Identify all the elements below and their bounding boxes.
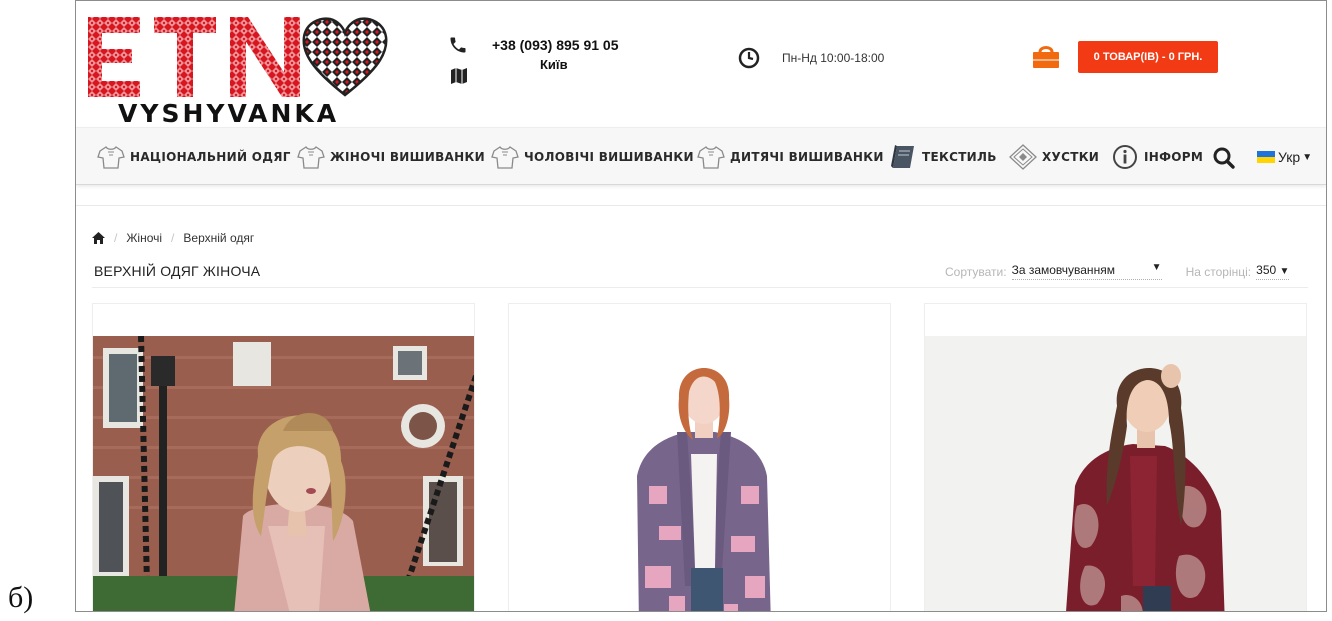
breadcrumb-separator: /	[171, 231, 175, 245]
per-page-value: 350	[1256, 263, 1277, 277]
clock-icon	[738, 47, 760, 69]
cart-button[interactable]: 0 ТОВАР(ІВ) - 0 ГРН.	[1078, 41, 1218, 73]
breadcrumb-separator: /	[114, 231, 118, 245]
main-navigation: НАЦІОНАЛЬНИЙ ОДЯГ ЖІНОЧІ ВИШИВАНКИ ЧОЛОВ…	[76, 127, 1326, 185]
scarf-icon	[1009, 144, 1037, 170]
phone-number[interactable]: +38 (093) 895 91 05	[492, 37, 619, 53]
divider	[76, 205, 1326, 206]
sort-label: Сортувати:	[945, 264, 1007, 279]
city-label: Київ	[540, 57, 568, 72]
product-image[interactable]	[93, 336, 474, 611]
language-label: Укр	[1278, 149, 1301, 165]
hours-text: Пн-Нд 10:00-18:00	[782, 51, 885, 65]
nav-item-info[interactable]: ІНФОРМ	[1110, 128, 1222, 186]
nav-item-textile[interactable]: ТЕКСТИЛЬ	[888, 128, 997, 186]
nav-item-mens-vyshyvanky[interactable]: ЧОЛОВІЧІ ВИШИВАНКИ	[490, 128, 694, 186]
nav-label: ДИТЯЧІ ВИШИВАНКИ	[730, 150, 884, 164]
phone-icon	[450, 37, 466, 53]
shirt-icon	[97, 146, 125, 169]
shirt-icon	[297, 146, 325, 169]
sort-controls: Сортувати: За замовчуванням ▼ На сторінц…	[945, 262, 1290, 280]
chevron-down-icon: ▼	[1151, 262, 1162, 273]
breadcrumb-link[interactable]: Жіночі	[126, 231, 162, 245]
sort-value: За замовчуванням	[1011, 263, 1115, 277]
figure-label: б)	[8, 581, 34, 614]
woman-lilac-cardigan-photo	[509, 336, 890, 611]
site-logo[interactable]: VYSHYVANKA	[88, 11, 388, 128]
nav-item-scarves[interactable]: ХУСТКИ	[1008, 128, 1099, 186]
shirt-icon	[697, 146, 725, 169]
chevron-down-icon: ▼	[1279, 266, 1290, 277]
page-title: ВЕРХНІЙ ОДЯГ ЖІНОЧА	[94, 263, 261, 279]
embroidery-heart-icon	[302, 17, 388, 97]
nav-item-national-clothing[interactable]: НАЦІОНАЛЬНИЙ ОДЯГ	[96, 128, 291, 186]
book-icon	[891, 145, 914, 168]
breadcrumb: / Жіночі / Верхній одяг	[92, 231, 254, 245]
shirt-icon	[491, 146, 519, 169]
product-card[interactable]	[92, 303, 475, 611]
product-image[interactable]	[509, 336, 890, 611]
home-icon[interactable]	[92, 232, 105, 244]
woman-burgundy-cardigan-photo	[925, 336, 1306, 611]
logo-etn-mark	[88, 17, 300, 97]
browser-screenshot: VYSHYVANKA +38 (093) 895 91 05 Київ Пн-Н…	[75, 0, 1327, 612]
nav-label: ЧОЛОВІЧІ ВИШИВАНКИ	[524, 150, 694, 164]
chevron-down-icon: ▼	[1302, 151, 1313, 163]
ukraine-flag-icon	[1257, 151, 1275, 163]
nav-label: ХУСТКИ	[1042, 150, 1100, 164]
product-card[interactable]	[924, 303, 1307, 611]
woman-pink-coat-photo	[93, 336, 474, 611]
nav-label: ЖІНОЧІ ВИШИВАНКИ	[330, 150, 485, 164]
language-selector[interactable]: Укр ▼	[1257, 149, 1312, 165]
nav-item-womens-vyshyvanky[interactable]: ЖІНОЧІ ВИШИВАНКИ	[296, 128, 485, 186]
nav-label: НАЦІОНАЛЬНИЙ ОДЯГ	[130, 150, 291, 164]
product-image[interactable]	[925, 336, 1306, 611]
nav-label: ІНФОРМ	[1144, 150, 1204, 164]
search-icon[interactable]	[1212, 146, 1236, 170]
product-card[interactable]	[508, 303, 891, 611]
shopping-bag-icon[interactable]	[1031, 43, 1061, 69]
nav-item-kids-vyshyvanky[interactable]: ДИТЯЧІ ВИШИВАНКИ	[696, 128, 884, 186]
info-icon	[1113, 145, 1137, 169]
per-page-select[interactable]: 350 ▼	[1256, 263, 1290, 280]
nav-label: ТЕКСТИЛЬ	[922, 150, 997, 164]
per-page-label: На сторінці:	[1185, 264, 1252, 279]
map-icon[interactable]	[450, 67, 468, 85]
divider	[92, 287, 1308, 288]
logo-brand-text: VYSHYVANKA	[118, 99, 340, 128]
breadcrumb-current: Верхній одяг	[183, 231, 255, 245]
sort-select[interactable]: За замовчуванням ▼	[1011, 262, 1162, 280]
